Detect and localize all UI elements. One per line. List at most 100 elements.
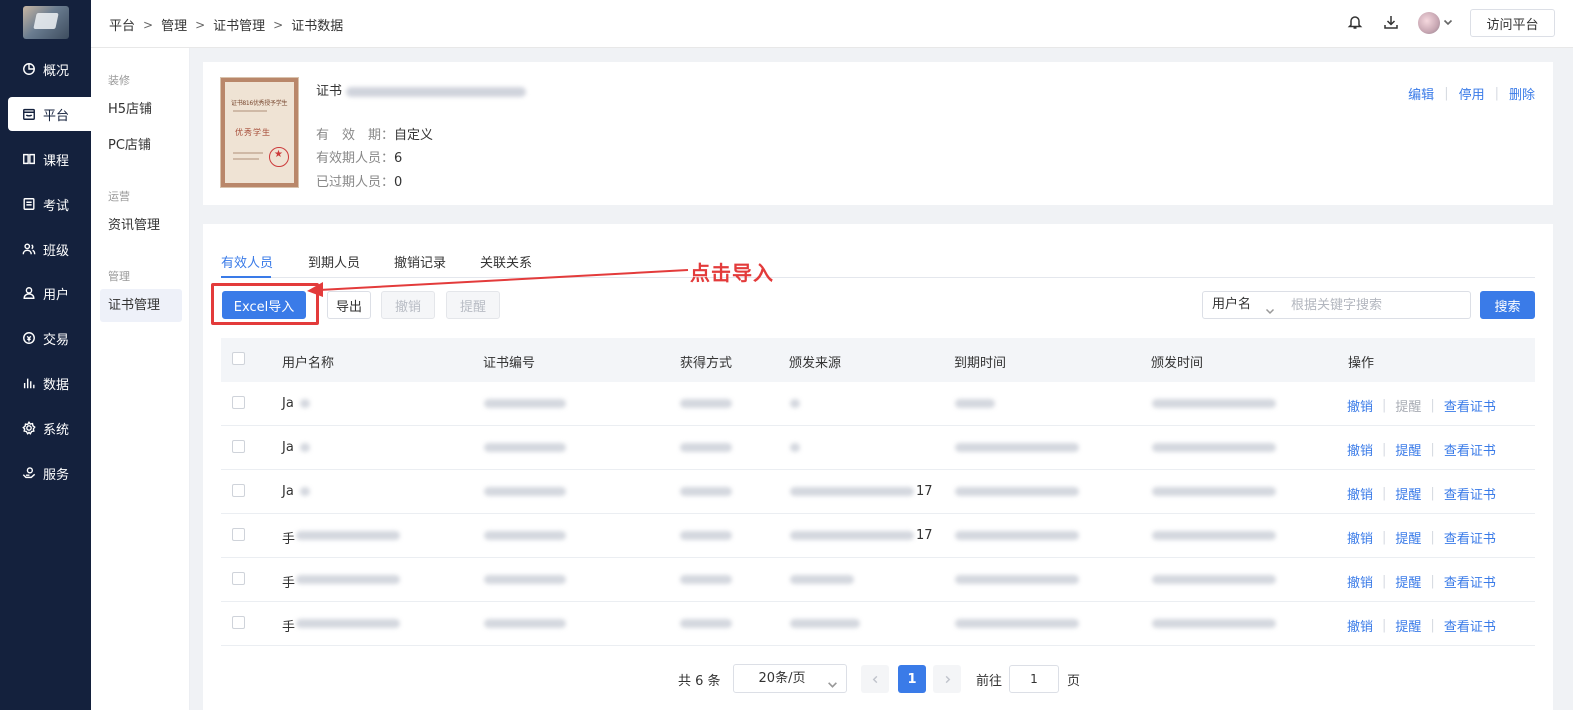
next-page-button[interactable] — [933, 665, 961, 693]
pagination: 共 6 条 20条/页 1 前往 页 — [203, 664, 1553, 694]
search-button[interactable]: 搜索 — [1480, 291, 1535, 319]
row-checkbox[interactable] — [232, 616, 245, 629]
cell-user-name: Ja — [282, 440, 294, 455]
tab-active-indicator — [221, 276, 271, 278]
certificate-image-text: 证书816优秀授予学生 — [231, 100, 288, 107]
sidebar-item-news[interactable]: 资讯管理 — [100, 209, 182, 242]
chevron-right-icon — [945, 675, 950, 683]
column-header: 颁发时间 — [1151, 356, 1204, 371]
expired-count: 0 — [394, 175, 403, 190]
redacted-text — [484, 399, 566, 408]
avatar[interactable] — [1418, 12, 1440, 34]
nav-item-service[interactable]: 服务 — [8, 456, 91, 490]
row-checkbox[interactable] — [232, 396, 245, 409]
delete-link[interactable]: 删除 — [1509, 84, 1535, 103]
row-checkbox[interactable] — [232, 528, 245, 541]
remind-link[interactable]: 提醒 — [1395, 484, 1421, 503]
column-header: 证书编号 — [483, 356, 536, 371]
nav-item-exam[interactable]: 考试 — [8, 187, 91, 221]
remind-button[interactable]: 提醒 — [446, 291, 500, 319]
row-actions: 撤销 | 提醒 | 查看证书 — [1347, 484, 1496, 503]
remind-link[interactable]: 提醒 — [1395, 396, 1421, 415]
remind-link[interactable]: 提醒 — [1395, 616, 1421, 635]
nav-item-system[interactable]: 系统 — [8, 411, 91, 445]
page-size-select[interactable]: 20条/页 — [733, 664, 847, 693]
view-certificate-link[interactable]: 查看证书 — [1444, 616, 1496, 635]
nav-item-trade[interactable]: 交易 — [8, 321, 91, 355]
members-card: 有效人员 到期人员 撤销记录 关联关系 点击导入 Excel导入 导出 撤销 提… — [203, 224, 1553, 710]
column-header: 用户名称 — [282, 356, 335, 371]
nav-item-user[interactable]: 用户 — [8, 276, 91, 310]
bell-icon[interactable] — [1347, 14, 1365, 32]
nav-item-overview[interactable]: 概况 — [8, 52, 91, 86]
view-certificate-link[interactable]: 查看证书 — [1444, 528, 1496, 547]
nav-item-class[interactable]: 班级 — [8, 232, 91, 266]
view-certificate-link[interactable]: 查看证书 — [1444, 484, 1496, 503]
certificate-thumbnail[interactable]: 证书816优秀授予学生 优秀学生 — [220, 77, 299, 188]
breadcrumb-item[interactable]: 平台 — [109, 15, 135, 34]
page-number-current[interactable]: 1 — [898, 665, 926, 693]
certificate-actions: 编辑 | 停用 | 删除 — [1408, 84, 1535, 103]
redacted-text — [790, 399, 800, 408]
logo[interactable] — [23, 6, 69, 39]
sidebar-group-label: 运营 — [108, 190, 130, 203]
chevron-right-icon: > — [143, 17, 154, 32]
row-actions: 撤销 | 提醒 | 查看证书 — [1347, 396, 1496, 415]
revoke-button[interactable]: 撤销 — [381, 291, 435, 319]
nav-item-data[interactable]: 数据 — [8, 366, 91, 400]
row-checkbox[interactable] — [232, 484, 245, 497]
scrollbar[interactable] — [1565, 48, 1573, 710]
row-checkbox[interactable] — [232, 440, 245, 453]
view-certificate-link[interactable]: 查看证书 — [1444, 396, 1496, 415]
visit-platform-button[interactable]: 访问平台 — [1470, 9, 1555, 37]
nav-item-label: 班级 — [43, 243, 70, 259]
sidebar-item-certificate[interactable]: 证书管理 — [100, 289, 182, 322]
search-field-select[interactable]: 用户名 — [1202, 291, 1282, 319]
row-checkbox[interactable] — [232, 572, 245, 585]
remind-link[interactable]: 提醒 — [1395, 440, 1421, 459]
annotation-label: 点击导入 — [690, 261, 774, 285]
redacted-text — [790, 531, 914, 540]
remind-link[interactable]: 提醒 — [1395, 528, 1421, 547]
download-icon[interactable] — [1383, 14, 1401, 32]
goto-page-input[interactable] — [1009, 665, 1059, 693]
redacted-text — [1152, 399, 1276, 408]
cell-user-name: Ja — [282, 396, 294, 411]
nav-item-course[interactable]: 课程 — [8, 142, 91, 176]
cell-user-name: 手 — [282, 620, 296, 635]
search-input[interactable] — [1281, 291, 1471, 319]
page-suffix: 页 — [1067, 674, 1081, 689]
redacted-text — [300, 399, 310, 408]
view-certificate-link[interactable]: 查看证书 — [1444, 572, 1496, 591]
secondary-sidebar: 装修 H5店铺 PC店铺 运营 资讯管理 管理 证书管理 — [91, 48, 190, 710]
tab-valid-members[interactable]: 有效人员 — [221, 252, 273, 271]
sidebar-item-h5-shop[interactable]: H5店铺 — [100, 93, 182, 126]
revoke-link[interactable]: 撤销 — [1347, 616, 1373, 635]
nav-item-platform[interactable]: 平台 — [8, 97, 91, 131]
breadcrumb-item[interactable]: 证书管理 — [213, 15, 265, 34]
user-icon — [22, 286, 36, 300]
disable-link[interactable]: 停用 — [1459, 84, 1485, 103]
redacted-text — [790, 443, 800, 452]
redacted-text — [300, 443, 310, 452]
redacted-text — [955, 531, 1079, 540]
revoke-link[interactable]: 撤销 — [1347, 528, 1373, 547]
chevron-down-icon — [1265, 300, 1275, 326]
sidebar-item-pc-shop[interactable]: PC店铺 — [100, 129, 182, 162]
revoke-link[interactable]: 撤销 — [1347, 484, 1373, 503]
revoke-link[interactable]: 撤销 — [1347, 572, 1373, 591]
remind-link[interactable]: 提醒 — [1395, 572, 1421, 591]
table-header: 用户名称 证书编号 获得方式 颁发来源 到期时间 颁发时间 操作 — [221, 338, 1535, 382]
export-button[interactable]: 导出 — [327, 291, 371, 319]
prev-page-button[interactable] — [861, 665, 889, 693]
nav-item-label: 概况 — [43, 63, 70, 79]
edit-link[interactable]: 编辑 — [1408, 84, 1434, 103]
revoke-link[interactable]: 撤销 — [1347, 396, 1373, 415]
excel-import-button[interactable]: Excel导入 — [222, 291, 306, 319]
select-all-checkbox[interactable] — [232, 352, 245, 365]
revoke-link[interactable]: 撤销 — [1347, 440, 1373, 459]
chevron-down-icon[interactable] — [1443, 16, 1455, 28]
breadcrumb-item[interactable]: 管理 — [161, 15, 187, 34]
redacted-text — [790, 619, 860, 628]
view-certificate-link[interactable]: 查看证书 — [1444, 440, 1496, 459]
